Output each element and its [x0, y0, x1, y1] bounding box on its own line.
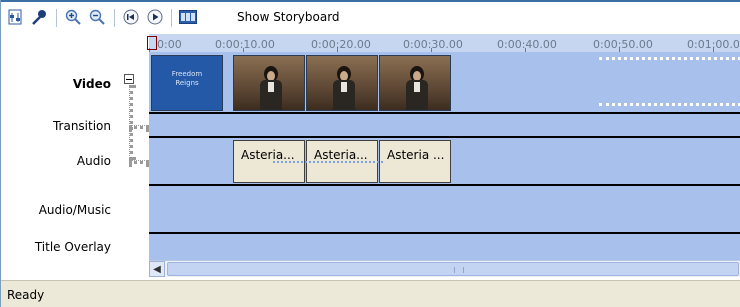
ruler-label: 0:00:20.00 [311, 38, 371, 51]
scrollbar-thumb[interactable] [167, 262, 739, 276]
track-label-title-overlay: Title Overlay [34, 240, 111, 254]
video-thumbnail [307, 56, 377, 110]
show-storyboard-label[interactable]: Show Storyboard [237, 10, 340, 24]
video-track[interactable]: Freedom Reigns [149, 52, 740, 114]
audio-track[interactable]: Asteria... Asteria... Asteria ... [149, 138, 740, 186]
title-overlay-track[interactable] [149, 234, 740, 260]
zoom-out-button[interactable] [89, 9, 105, 25]
grip-icon [454, 267, 464, 273]
storyboard-icon [179, 10, 197, 24]
ruler-label: 0:00 [157, 38, 182, 51]
set-audio-levels-icon [8, 9, 22, 25]
show-storyboard-button[interactable] [179, 9, 233, 25]
video-clip[interactable] [379, 55, 451, 111]
audio-music-track[interactable] [149, 186, 740, 234]
transition-track[interactable] [149, 114, 740, 138]
title-clip-text: Freedom [171, 70, 203, 78]
track-label-transition: Transition [52, 119, 111, 133]
video-clip[interactable] [233, 55, 305, 111]
video-clip[interactable] [306, 55, 378, 111]
ruler-label: 0:00:10.00 [215, 38, 275, 51]
track-label-audio-music: Audio/Music [38, 203, 111, 217]
audio-clip[interactable]: Asteria ... [379, 140, 451, 183]
status-bar: Ready [1, 280, 740, 307]
collapse-video-track-button[interactable] [124, 74, 134, 84]
timeline-window: Show Storyboard Video Transition Audio A… [0, 0, 740, 307]
scroll-left-button[interactable]: ◀ [149, 261, 165, 277]
ruler-label: 0:00:50.00 [593, 38, 653, 51]
clip-extension-indicator [599, 57, 740, 60]
track-label-audio: Audio [76, 154, 111, 168]
audio-clip-label: Asteria ... [387, 148, 445, 162]
narrate-timeline-button[interactable] [31, 9, 47, 25]
zoom-out-icon [89, 9, 105, 25]
track-label-video: Video [72, 77, 111, 91]
title-clip-text: Reigns [175, 79, 199, 87]
video-thumbnail [234, 56, 304, 110]
play-icon [147, 9, 163, 25]
narrate-timeline-icon [32, 10, 46, 25]
playback-indicator[interactable] [147, 36, 157, 50]
ruler-label: 0:00:40.00 [497, 38, 557, 51]
timeline-horizontal-scrollbar[interactable]: ◀ [149, 260, 740, 277]
audio-clip-label: Asteria... [314, 148, 368, 162]
timeline-toolbar: Show Storyboard [1, 0, 740, 34]
audio-waveform [273, 161, 383, 165]
zoom-in-icon [65, 9, 81, 25]
clip-extension-indicator [599, 103, 740, 106]
set-audio-levels-button[interactable] [7, 9, 23, 25]
status-text: Ready [7, 288, 45, 302]
rewind-icon [123, 9, 139, 25]
video-thumbnail [380, 56, 450, 110]
zoom-in-button[interactable] [65, 9, 81, 25]
video-clip-title[interactable]: Freedom Reigns [151, 55, 223, 111]
minus-icon [126, 78, 132, 80]
rewind-timeline-button[interactable] [123, 9, 139, 25]
chevron-left-icon: ◀ [153, 263, 161, 275]
audio-clip-label: Asteria... [241, 148, 295, 162]
play-timeline-button[interactable] [147, 9, 163, 25]
timeline-tracks: Freedom Reigns Asteria... Asteria... Ast… [149, 52, 740, 260]
time-ruler[interactable]: 0:00 0:00:10.00 0:00:20.00 0:00:30.00 0:… [149, 34, 740, 52]
ruler-label: 0:00:30.00 [403, 38, 463, 51]
